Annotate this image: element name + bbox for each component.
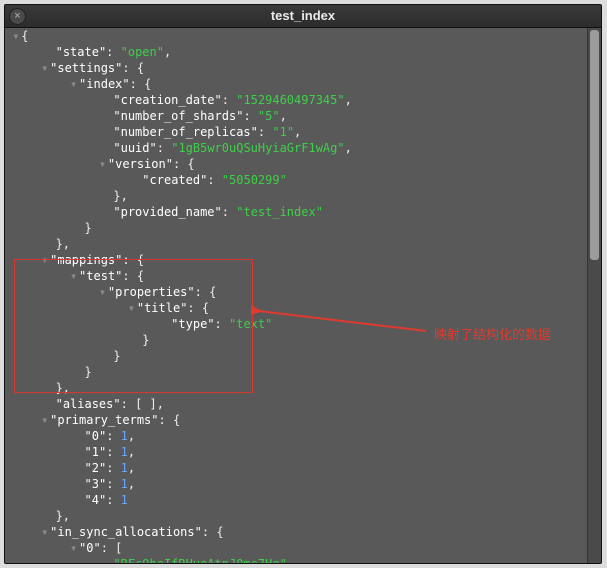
close-icon[interactable]: × xyxy=(9,8,26,25)
kv-isa0-val: "RFc9heIfRHuoAtnJ0me7Hg" xyxy=(5,556,588,563)
kv-uuid: "uuid": "1gB5wr0uQSuHyiaGrF1wAg", xyxy=(5,140,588,156)
annotation-text: 映射了结构化的数据 xyxy=(434,324,551,343)
brace: } xyxy=(5,364,588,380)
brace: }, xyxy=(5,508,588,524)
caret-down-icon[interactable]: ▾ xyxy=(99,284,108,300)
window-title: test_index xyxy=(5,5,601,27)
kv-primary-terms: ▾"primary_terms": { xyxy=(5,412,588,428)
content-area: ▾{ "state": "open", ▾"settings": { ▾"ind… xyxy=(5,28,601,563)
kv-pt1: "1": 1, xyxy=(5,444,588,460)
brace: } xyxy=(5,348,588,364)
kv-num-shards: "number_of_shards": "5", xyxy=(5,108,588,124)
caret-down-icon[interactable]: ▾ xyxy=(41,412,50,428)
kv-pt3: "3": 1, xyxy=(5,476,588,492)
kv-settings: ▾"settings": { xyxy=(5,60,588,76)
kv-creation-date: "creation_date": "1529460497345", xyxy=(5,92,588,108)
kv-state: "state": "open", xyxy=(5,44,588,60)
brace: } xyxy=(5,220,588,236)
kv-properties: ▾"properties": { xyxy=(5,284,588,300)
kv-mappings: ▾"mappings": { xyxy=(5,252,588,268)
brace: }, xyxy=(5,236,588,252)
kv-test: ▾"test": { xyxy=(5,268,588,284)
brace: ▾{ xyxy=(5,28,588,44)
caret-down-icon[interactable]: ▾ xyxy=(70,540,79,556)
brace: }, xyxy=(5,188,588,204)
caret-down-icon[interactable]: ▾ xyxy=(41,524,50,540)
caret-down-icon[interactable]: ▾ xyxy=(70,268,79,284)
kv-pt4: "4": 1 xyxy=(5,492,588,508)
kv-in-sync: ▾"in_sync_allocations": { xyxy=(5,524,588,540)
kv-isa0: ▾"0": [ xyxy=(5,540,588,556)
window: × test_index ▾{ "state": "open", ▾"setti… xyxy=(4,4,602,564)
kv-created: "created": "5050299" xyxy=(5,172,588,188)
kv-provided-name: "provided_name": "test_index" xyxy=(5,204,588,220)
scrollbar-thumb[interactable] xyxy=(590,30,599,260)
caret-down-icon[interactable]: ▾ xyxy=(41,60,50,76)
caret-down-icon[interactable]: ▾ xyxy=(99,156,108,172)
caret-down-icon[interactable]: ▾ xyxy=(12,28,21,44)
kv-index: ▾"index": { xyxy=(5,76,588,92)
kv-pt0: "0": 1, xyxy=(5,428,588,444)
brace: }, xyxy=(5,380,588,396)
kv-pt2: "2": 1, xyxy=(5,460,588,476)
caret-down-icon[interactable]: ▾ xyxy=(128,300,137,316)
titlebar: × test_index xyxy=(5,5,601,28)
json-viewer: ▾{ "state": "open", ▾"settings": { ▾"ind… xyxy=(5,28,588,563)
kv-aliases: "aliases": [ ], xyxy=(5,396,588,412)
kv-num-replicas: "number_of_replicas": "1", xyxy=(5,124,588,140)
scrollbar[interactable] xyxy=(587,28,601,563)
kv-version: ▾"version": { xyxy=(5,156,588,172)
caret-down-icon[interactable]: ▾ xyxy=(70,76,79,92)
caret-down-icon[interactable]: ▾ xyxy=(41,252,50,268)
kv-title: ▾"title": { xyxy=(5,300,588,316)
